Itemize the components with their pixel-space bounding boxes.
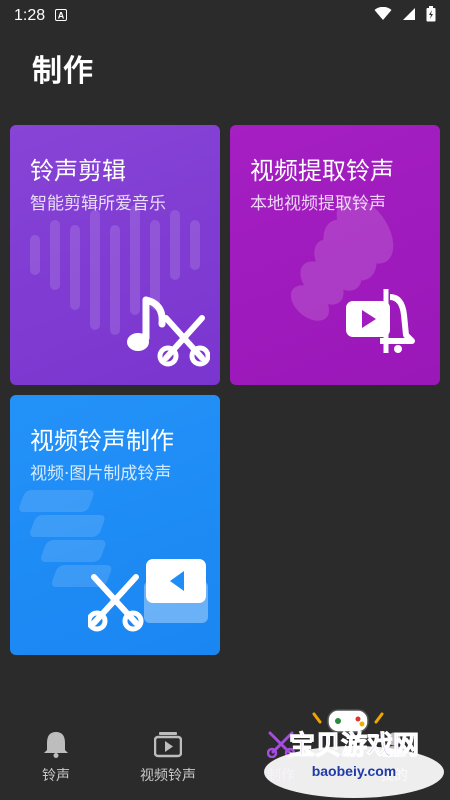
card-subtitle: 本地视频提取铃声 [250, 194, 386, 214]
wifi-icon [374, 6, 392, 25]
card-subtitle: 智能剪辑所爱音乐 [30, 194, 166, 214]
scissors-video-icon [88, 559, 208, 632]
music-scissors-icon [127, 296, 210, 367]
card-title: 视频提取铃声 [250, 157, 394, 185]
bell-icon [43, 730, 69, 762]
watermark-text: 宝贝游戏网 [289, 730, 419, 761]
ringtone-edit-card[interactable]: 铃声剪辑 智能剪辑所爱音乐 [10, 125, 220, 385]
signal-icon [402, 7, 416, 25]
card-title: 视频铃声制作 [30, 427, 174, 455]
gamepad-icon [312, 709, 384, 733]
video-play-icon [153, 730, 183, 762]
status-time: 1:28 [14, 7, 46, 24]
watermark-url: baobeiy.com [312, 763, 397, 779]
page-title: 制作 [32, 54, 94, 89]
video-ringtone-make-card[interactable]: 视频铃声制作 视频·图片制成铃声 [10, 395, 220, 655]
nav-item-ringtone[interactable]: 铃声 [0, 712, 112, 800]
nav-label: 视频铃声 [140, 768, 196, 784]
video-bell-icon [346, 289, 415, 353]
card-subtitle: 视频·图片制成铃声 [30, 464, 172, 484]
nav-label: 铃声 [42, 768, 70, 784]
watermark-logo: 宝贝游戏网 baobeiy.com [264, 709, 444, 798]
status-bar: 1:28 A [0, 0, 450, 32]
video-extract-card[interactable]: 视频提取铃声 本地视频提取铃声 [230, 125, 440, 385]
notification-a-icon: A [55, 7, 68, 25]
card-title: 铃声剪辑 [30, 157, 126, 185]
battery-icon [426, 6, 436, 26]
svg-text:A: A [58, 11, 65, 21]
nav-item-video-ringtone[interactable]: 视频铃声 [112, 712, 224, 800]
